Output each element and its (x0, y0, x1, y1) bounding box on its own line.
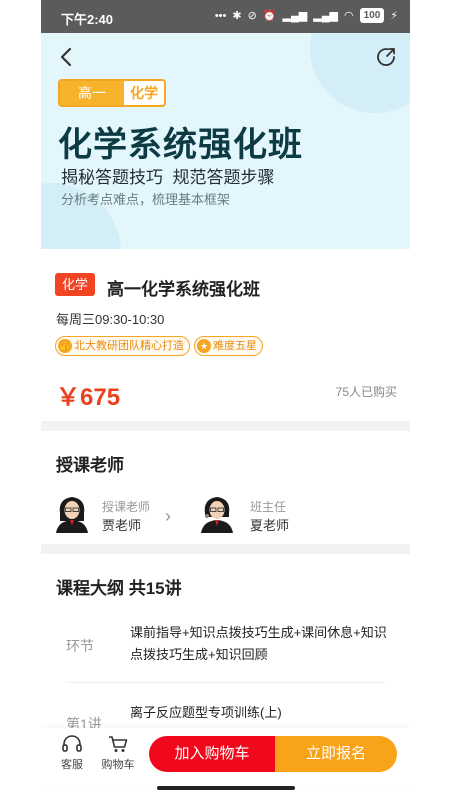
status-bar: 下午2:40 ••• ✱ ⊘ ⏰ ▂▄▆ ▂▄▆ ◠ 100 ⚡ (41, 0, 410, 33)
signal-icon-2: ▂▄▆ (313, 10, 338, 22)
thumbs-up-icon: 👍 (58, 339, 72, 353)
syllabus-row-text[interactable]: 离子反应题型专项训练(上) (130, 702, 388, 724)
charging-icon: ⚡ (390, 10, 398, 22)
mute-icon: ⊘ (247, 10, 257, 22)
syllabus-row-label: 环节 (66, 638, 94, 654)
feature-label: 北大教研团队精心打造 (74, 340, 184, 352)
grade-tag: 高一 (60, 81, 124, 105)
teachers-section: 授课老师 授课老师 贾老师 › 班主任 夏老师 (41, 431, 410, 544)
hero-banner: 高一 化学 化学系统强化班 揭秘答题技巧 规范答题步骤 分析考点难点，梳理基本框… (41, 33, 410, 249)
teacher-name: 贾老师 (102, 518, 142, 533)
status-icons: ••• ✱ ⊘ ⏰ ▂▄▆ ▂▄▆ ◠ 100 ⚡ (215, 8, 398, 23)
course-info: 化学 高一化学系统强化班 每周三09:30-10:30 👍 北大教研团队精心打造… (41, 249, 410, 421)
feature-tag-difficulty: ★ 难度五星 (194, 336, 263, 356)
bluetooth-icon: ✱ (232, 10, 242, 22)
alarm-icon: ⏰ (262, 10, 277, 22)
customer-service-label: 客服 (61, 759, 83, 771)
row-divider (66, 682, 386, 683)
feature-tag-team: 👍 北大教研团队精心打造 (55, 336, 190, 356)
teacher-avatar[interactable] (54, 493, 90, 533)
back-arrow-icon[interactable] (55, 45, 79, 69)
cart-button[interactable]: 购物车 (96, 734, 140, 772)
headset-icon (62, 735, 82, 752)
headteacher-name: 夏老师 (250, 518, 290, 533)
hero-subtitle: 揭秘答题技巧 规范答题步骤 (61, 168, 275, 187)
purchase-count: 75人已购买 (335, 385, 397, 399)
phone-screen: 下午2:40 ••• ✱ ⊘ ⏰ ▂▄▆ ▂▄▆ ◠ 100 ⚡ 高一 化学 化… (41, 0, 410, 800)
cart-label: 购物车 (101, 759, 135, 771)
course-name: 高一化学系统强化班 (107, 280, 260, 299)
share-icon[interactable] (374, 45, 398, 69)
teacher-role: 授课老师 (102, 500, 151, 514)
subject-badge: 化学 (55, 273, 96, 296)
more-dots-icon: ••• (214, 9, 227, 22)
customer-service-button[interactable]: 客服 (50, 734, 94, 772)
section-divider (41, 421, 410, 431)
enroll-now-button[interactable]: 立即报名 (275, 736, 397, 772)
star-icon: ★ (197, 339, 211, 353)
signal-icon: ▂▄▆ (282, 10, 308, 22)
add-to-cart-button[interactable]: 加入购物车 (149, 736, 275, 772)
chevron-right-icon: › (165, 506, 171, 526)
syllabus-title: 课程大纲 共15讲 (56, 579, 182, 598)
wifi-icon: ◠ (343, 10, 354, 22)
status-time: 下午2:40 (61, 12, 114, 27)
teachers-title: 授课老师 (56, 456, 124, 475)
home-indicator[interactable] (157, 786, 295, 790)
battery-icon: 100 (359, 8, 385, 23)
hero-title: 化学系统强化班 (58, 126, 303, 164)
grade-subject-tags: 高一 化学 (58, 79, 166, 107)
bottom-action-bar: 客服 购物车 加入购物车 立即报名 (41, 728, 410, 788)
feature-label: 难度五星 (213, 340, 257, 352)
headteacher-role: 班主任 (250, 500, 287, 514)
headteacher-avatar[interactable] (199, 493, 235, 533)
subject-tag: 化学 (124, 81, 164, 105)
shopping-cart-icon (109, 736, 128, 752)
syllabus-row-text: 课前指导+知识点拨技巧生成+课间休息+知识点拨技巧生成+知识回顾 (130, 625, 387, 662)
hero-description: 分析考点难点，梳理基本框架 (61, 192, 231, 207)
section-divider (41, 544, 410, 554)
course-price: ￥675 (56, 384, 121, 411)
course-schedule: 每周三09:30-10:30 (56, 312, 165, 327)
syllabus-section: 课程大纲 共15讲 环节 课前指导+知识点拨技巧生成+课间休息+知识点拨技巧生成… (41, 554, 410, 734)
